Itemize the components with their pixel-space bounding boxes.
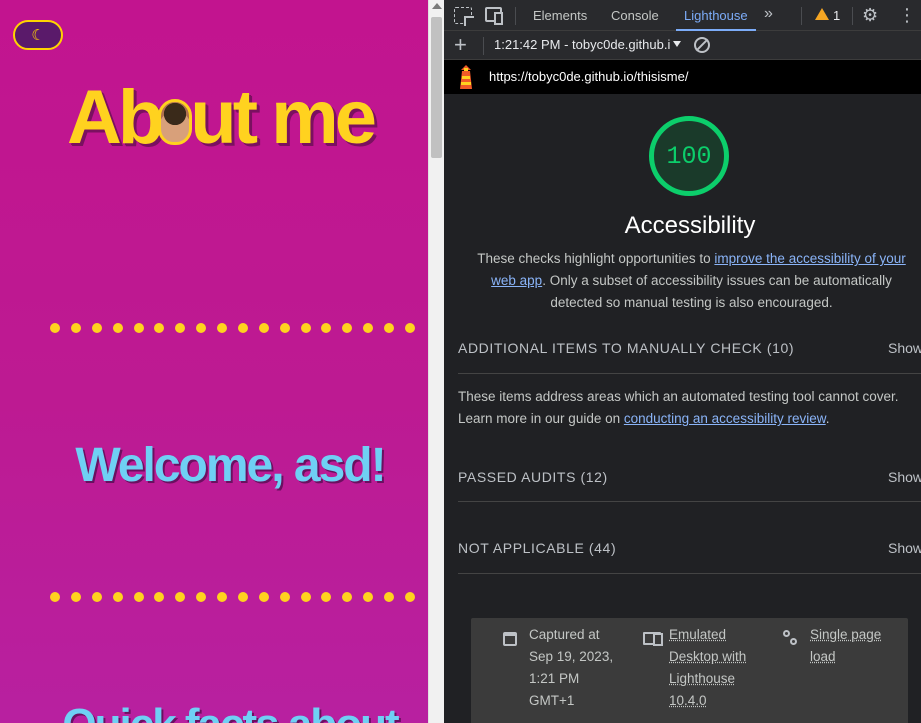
- section-title: NOT APPLICABLE (44): [458, 540, 617, 556]
- devtools-panel: Elements Console Lighthouse » 1 ⚙ ⋮ + 1:…: [444, 0, 921, 723]
- report-url-bar: https://tobyc0de.github.io/thisisme/: [444, 60, 921, 94]
- show-button[interactable]: Show: [888, 340, 921, 356]
- tab-elements[interactable]: Elements: [533, 0, 587, 31]
- divider: [483, 37, 484, 55]
- description-text: .: [825, 411, 830, 426]
- divider: [801, 7, 802, 25]
- dropdown-caret-icon[interactable]: [673, 41, 681, 47]
- tab-console[interactable]: Console: [611, 0, 659, 31]
- more-options-icon[interactable]: ⋮: [898, 5, 916, 26]
- quick-facts-heading: Quick facts about: [0, 700, 428, 723]
- divider: [515, 7, 516, 25]
- captured-at-text: Captured at Sep 19, 2023, 1:21 PM GMT+1: [529, 627, 614, 708]
- title-part-1: Ab: [66, 75, 164, 160]
- tab-lighthouse[interactable]: Lighthouse: [676, 0, 756, 31]
- desktop-device-icon: [643, 632, 663, 646]
- description-text: . Only a subset of accessibility issues …: [542, 273, 892, 310]
- lighthouse-report: 100 Accessibility These checks highlight…: [444, 94, 921, 723]
- divider: [852, 7, 853, 25]
- emulated-device-text[interactable]: Emulated Desktop with Lighthouse 10.4.0: [669, 624, 764, 712]
- manual-checks-description: These items address areas which an autom…: [458, 386, 918, 430]
- page-scrollbar[interactable]: [428, 0, 444, 723]
- score-gauge: 100: [649, 116, 729, 196]
- calendar-icon: [503, 632, 517, 646]
- section-passed-audits[interactable]: PASSED AUDITS (12) Show: [458, 469, 921, 502]
- warning-icon[interactable]: [815, 8, 829, 20]
- scroll-up-arrow-icon[interactable]: [432, 3, 442, 9]
- dotted-divider: [50, 589, 415, 605]
- section-title: ADDITIONAL ITEMS TO MANUALLY CHECK (10): [458, 340, 795, 356]
- lighthouse-logo-icon: [460, 65, 472, 89]
- device-toolbar-icon[interactable]: [485, 7, 503, 25]
- show-button[interactable]: Show: [888, 540, 921, 556]
- category-title: Accessibility: [624, 212, 756, 239]
- show-button[interactable]: Show: [888, 469, 921, 485]
- theme-toggle-button[interactable]: ☾: [13, 20, 63, 50]
- category-description: These checks highlight opportunities to …: [469, 248, 914, 314]
- inspect-element-icon[interactable]: [454, 7, 472, 24]
- warning-count[interactable]: 1: [833, 8, 840, 23]
- title-part-2: ut me: [190, 75, 377, 160]
- welcome-heading: Welcome, asd!: [75, 439, 386, 492]
- report-url[interactable]: https://tobyc0de.github.io/thisisme/: [489, 69, 688, 84]
- scrollbar-thumb[interactable]: [431, 17, 442, 158]
- single-page-load-text[interactable]: Single page load: [810, 624, 900, 668]
- lighthouse-toolbar: + 1:21:42 PM - tobyc0de.github.i: [444, 31, 921, 60]
- report-selector[interactable]: 1:21:42 PM - tobyc0de.github.i: [494, 37, 684, 52]
- settings-gear-icon[interactable]: ⚙: [862, 5, 878, 26]
- more-tabs-icon[interactable]: »: [764, 5, 773, 23]
- clear-reports-icon[interactable]: [694, 37, 710, 53]
- section-manual-checks[interactable]: ADDITIONAL ITEMS TO MANUALLY CHECK (10) …: [458, 340, 921, 374]
- section-title: PASSED AUDITS (12): [458, 469, 608, 485]
- description-text: These checks highlight opportunities to: [477, 251, 715, 266]
- moon-icon: ☾: [31, 27, 45, 44]
- avatar: [158, 99, 193, 145]
- dotted-divider: [50, 320, 415, 336]
- new-report-plus-icon[interactable]: +: [454, 33, 467, 57]
- website-viewport: ☾ Ab ut me Welcome, asd! Quick facts abou…: [0, 0, 428, 723]
- devtools-tab-bar: Elements Console Lighthouse » 1 ⚙ ⋮: [444, 0, 921, 31]
- page-load-icon: [783, 630, 799, 646]
- score-value: 100: [666, 141, 712, 171]
- section-not-applicable[interactable]: NOT APPLICABLE (44) Show: [458, 540, 921, 574]
- report-footer: Captured at Sep 19, 2023, 1:21 PM GMT+1 …: [471, 618, 908, 723]
- accessibility-review-link[interactable]: conducting an accessibility review: [624, 411, 826, 426]
- page-title: Ab ut me: [0, 78, 428, 158]
